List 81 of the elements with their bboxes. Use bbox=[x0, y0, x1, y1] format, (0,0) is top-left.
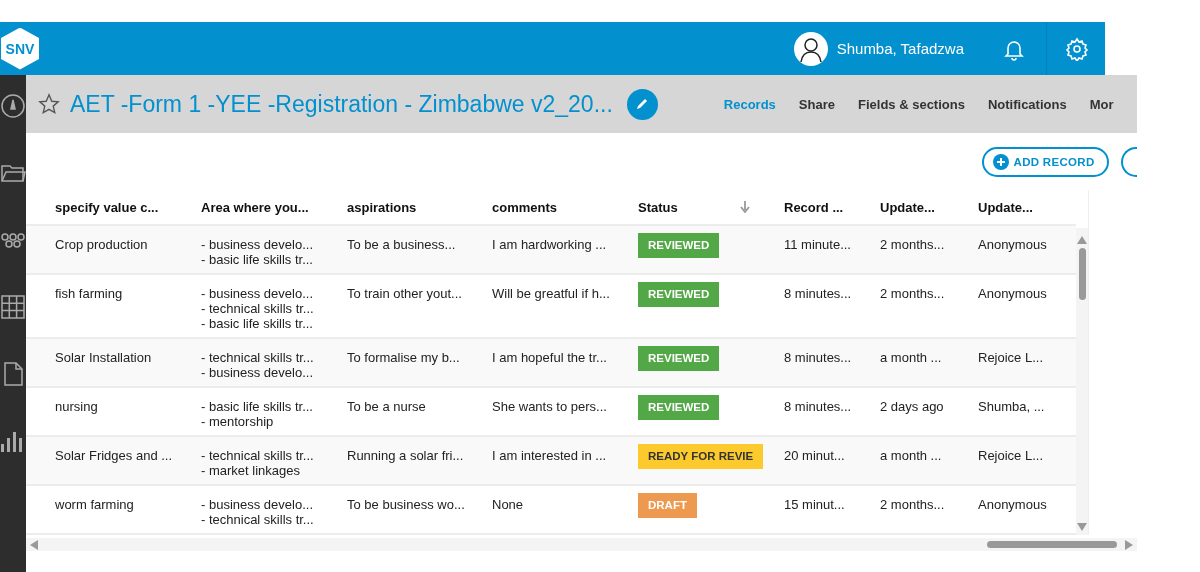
table-cell: Rejoice L... bbox=[978, 350, 1044, 365]
gauge-icon[interactable] bbox=[0, 93, 26, 119]
plus-icon bbox=[992, 153, 1009, 170]
star-icon[interactable] bbox=[38, 93, 60, 115]
logo[interactable]: SNV bbox=[1, 27, 39, 70]
table-cell: 11 minute... bbox=[784, 237, 851, 252]
column-header[interactable]: Status bbox=[638, 199, 678, 215]
status-badge: DRAFT bbox=[638, 493, 697, 518]
table-cell-text: - basic life skills tr... - mentorship bbox=[201, 399, 314, 429]
tab[interactable]: Fields & sections bbox=[858, 96, 988, 112]
avatar-icon[interactable] bbox=[793, 31, 828, 66]
table-cell: 2 months... bbox=[880, 497, 945, 512]
tab[interactable]: Share bbox=[798, 96, 858, 112]
table-cell: Rejoice L... bbox=[978, 448, 1044, 463]
table-cell: To be business wo... bbox=[347, 497, 465, 512]
table-cell: 15 minut... bbox=[784, 497, 845, 512]
table-cell-text: - technical skills tr... - business develo... bbox=[201, 350, 315, 380]
column-header[interactable]: Update... bbox=[978, 199, 1033, 215]
column-header[interactable]: comments bbox=[492, 199, 558, 215]
status-badge: REVIEWED bbox=[638, 395, 720, 420]
table-cell: fish farming bbox=[55, 286, 123, 301]
grid-icon[interactable] bbox=[0, 294, 26, 320]
table-cell: Running a solar fri... bbox=[347, 448, 464, 463]
table-cell: I am hardworking ... bbox=[492, 237, 607, 252]
tab[interactable]: Mor bbox=[1089, 96, 1137, 112]
table-cell: None bbox=[492, 497, 524, 512]
scroll-thumb[interactable] bbox=[986, 541, 1117, 548]
table-cell: 20 minut... bbox=[784, 448, 845, 463]
column-header[interactable]: specify value c... bbox=[55, 199, 159, 215]
status-badge: REVIEWED bbox=[638, 233, 720, 258]
column-header[interactable]: Update... bbox=[880, 199, 935, 215]
vertical-scrollbar[interactable] bbox=[1076, 228, 1088, 535]
table-cell: She wants to pers... bbox=[492, 399, 607, 414]
column-header[interactable]: Record ... bbox=[784, 199, 844, 215]
scroll-up-icon[interactable] bbox=[1077, 236, 1087, 244]
table-cell: Anonymous bbox=[978, 497, 1047, 512]
table-cell: To formalise my b... bbox=[347, 350, 460, 365]
table-cell: 8 minutes... bbox=[784, 399, 852, 414]
table-cell-text: - business develo... - technical skills tr... - basic life skills tr... bbox=[201, 286, 315, 331]
status-badge: REVIEWED bbox=[638, 346, 720, 371]
table-cell: Anonymous bbox=[978, 286, 1047, 301]
table-cell: Crop production bbox=[55, 237, 148, 252]
scroll-right-icon[interactable] bbox=[1124, 539, 1133, 550]
form-title: AET -Form 1 -YEE -Registration - Zimbabwe v2_20... bbox=[70, 90, 613, 118]
table-cell: Anonymous bbox=[978, 237, 1047, 252]
table-cell: To be a nurse bbox=[347, 399, 426, 414]
status-badge: READY FOR REVIE bbox=[638, 444, 764, 469]
table-cell: Shumba, ... bbox=[978, 399, 1045, 414]
table-cell: worm farming bbox=[55, 497, 134, 512]
tab[interactable]: Notifications bbox=[987, 96, 1090, 112]
table-cell-text: - technical skills tr... - market linkages bbox=[201, 448, 315, 478]
table-cell: nursing bbox=[55, 399, 98, 414]
scroll-down-icon[interactable] bbox=[1077, 523, 1087, 531]
table-cell: a month ... bbox=[880, 350, 942, 365]
table-cell: 8 minutes... bbox=[784, 350, 852, 365]
table-cell: 2 days ago bbox=[880, 399, 944, 414]
scroll-left-icon[interactable] bbox=[30, 539, 38, 550]
status-badge: REVIEWED bbox=[638, 282, 720, 307]
settings-icon[interactable] bbox=[1065, 36, 1089, 61]
table-cell: 8 minutes... bbox=[784, 286, 852, 301]
table-cell: Will be greatful if h... bbox=[492, 286, 610, 301]
pencil-icon bbox=[635, 97, 650, 111]
table-cell: I am hopeful the tr... bbox=[492, 350, 607, 365]
column-header[interactable]: aspirations bbox=[347, 199, 417, 215]
table-cell: I am interested in ... bbox=[492, 448, 607, 463]
table-cell-text: - business develo... - basic life skills tr... bbox=[201, 237, 314, 267]
sort-arrow-icon[interactable] bbox=[740, 201, 750, 213]
table-cell: a month ... bbox=[880, 448, 942, 463]
table-cell: 2 months... bbox=[880, 237, 945, 252]
user-name[interactable]: Shumba, Tafadzwa bbox=[836, 40, 964, 57]
horizontal-scrollbar[interactable] bbox=[26, 538, 1137, 551]
table-cell: Solar Fridges and ... bbox=[55, 448, 173, 463]
table-cell-text: - business develo... - technical skills tr... bbox=[201, 497, 315, 527]
add-record-button[interactable]: ADD RECORD bbox=[981, 146, 1109, 177]
table-cell: To be a business... bbox=[347, 237, 456, 252]
scroll-thumb[interactable] bbox=[1078, 248, 1086, 300]
table-cell: To train other yout... bbox=[347, 286, 462, 301]
column-header[interactable]: Area where you... bbox=[201, 199, 309, 215]
table-cell: 2 months... bbox=[880, 286, 945, 301]
table-cell: Solar Installation bbox=[55, 350, 152, 365]
edit-button[interactable] bbox=[626, 88, 658, 120]
